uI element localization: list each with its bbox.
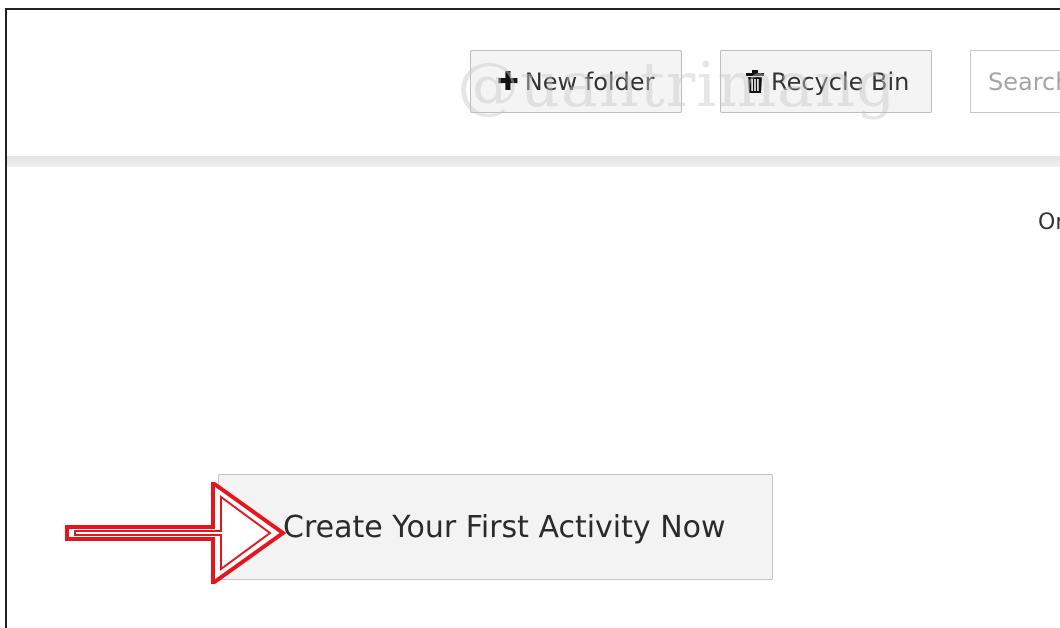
app-window: ✚ New folder Recycle Bin @uantrimang Or … bbox=[5, 8, 1060, 628]
cut-off-text: Or bbox=[1038, 210, 1060, 235]
recycle-bin-button[interactable]: Recycle Bin bbox=[720, 50, 932, 113]
search-input[interactable] bbox=[970, 50, 1060, 113]
create-first-activity-button[interactable]: Create Your First Activity Now bbox=[218, 474, 773, 580]
plus-icon: ✚ bbox=[497, 66, 519, 97]
create-first-activity-label: Create Your First Activity Now bbox=[283, 509, 726, 545]
toolbar: ✚ New folder Recycle Bin @uantrimang bbox=[7, 10, 1060, 156]
trash-icon bbox=[745, 69, 765, 94]
new-folder-label: New folder bbox=[524, 67, 655, 96]
recycle-bin-label: Recycle Bin bbox=[771, 67, 910, 96]
new-folder-button[interactable]: ✚ New folder bbox=[470, 50, 682, 113]
toolbar-divider bbox=[7, 156, 1060, 167]
